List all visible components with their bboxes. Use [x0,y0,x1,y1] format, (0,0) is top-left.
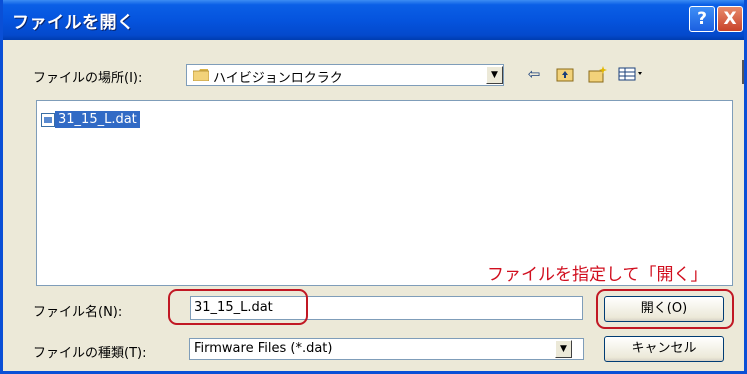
filetype-value: Firmware Files (*.dat) [194,341,333,356]
title-bar[interactable]: ファイルを開く ? X [3,0,744,40]
file-icon [41,112,55,127]
resize-edge [742,60,744,84]
close-button[interactable]: X [717,6,743,32]
lookin-combobox[interactable]: ハイビジョンロクラク [186,64,504,86]
lookin-label: ファイルの場所(I): [33,71,143,86]
list-item[interactable]: 31_15_L.dat [41,109,140,128]
up-folder-icon[interactable] [554,64,576,84]
new-folder-icon[interactable] [587,64,609,84]
view-menu-icon[interactable] [617,64,647,84]
help-button[interactable]: ? [689,6,715,32]
folder-icon [193,69,209,81]
filetype-dropdown-button[interactable]: ▼ [555,340,572,358]
cancel-button[interactable]: キャンセル [604,336,724,362]
chevron-down-icon: ▼ [491,70,498,80]
filename-highlight [168,289,308,325]
filetype-select[interactable]: Firmware Files (*.dat) [189,338,584,360]
lookin-dropdown-button[interactable]: ▼ [486,66,503,84]
open-button-highlight [596,289,734,329]
file-name: 31_15_L.dat [55,111,140,128]
lookin-value: ハイビジョンロクラク [213,71,343,86]
chevron-down-icon: ▼ [560,344,567,354]
dialog-title: ファイルを開く [12,13,135,33]
open-file-dialog: ファイルを開く ? X ファイルの場所(I): ハイビジョンロクラク ▼ ⇦ 3… [0,0,747,374]
back-icon[interactable]: ⇦ [523,64,545,84]
filename-label: ファイル名(N): [33,305,123,320]
instruction-annotation: ファイルを指定して「開く」 [487,265,708,285]
filetype-label: ファイルの種類(T): [33,346,147,361]
file-list[interactable]: 31_15_L.dat ファイルを指定して「開く」 [36,100,733,286]
